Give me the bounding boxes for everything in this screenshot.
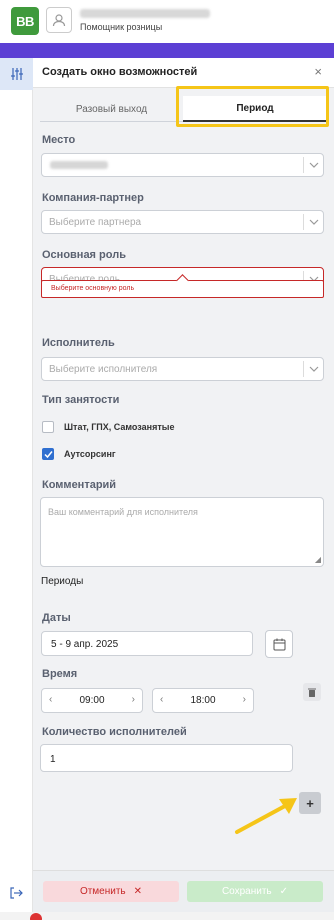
count-value: 1 xyxy=(50,754,56,765)
dates-label: Даты xyxy=(42,612,71,624)
role-error-tooltip: Выберите основную роль xyxy=(41,280,324,298)
time-label: Время xyxy=(42,668,78,680)
partner-label: Компания-партнер xyxy=(42,192,144,204)
count-label: Количество исполнителей xyxy=(42,726,187,738)
tab-single[interactable]: Разовый выход xyxy=(40,96,183,122)
notification-dot-icon xyxy=(30,913,42,920)
place-label: Место xyxy=(42,134,76,146)
periods-title: Периоды xyxy=(41,576,84,587)
dates-input[interactable]: 5 - 9 апр. 2025 xyxy=(41,631,253,656)
employment-option-staff[interactable]: Штат, ГПХ, Самозанятые xyxy=(42,420,174,434)
time-from-input[interactable]: ‹ 09:00 › xyxy=(41,688,143,713)
left-rail xyxy=(0,58,33,920)
time-from-value: 09:00 xyxy=(79,695,105,706)
resize-handle-icon[interactable]: ◢ xyxy=(315,555,321,564)
user-role: Помощник розницы xyxy=(80,22,163,32)
role-label: Основная роль xyxy=(42,249,126,261)
save-button[interactable]: Сохранить ✓ xyxy=(187,881,323,902)
executor-select[interactable]: Выберите исполнителя xyxy=(41,357,324,381)
role-error-text: Выберите основную роль xyxy=(51,285,135,292)
dates-value: 5 - 9 апр. 2025 xyxy=(51,639,119,650)
employment-option-label: Аутсорсинг xyxy=(64,449,116,459)
filters-icon[interactable] xyxy=(0,58,33,90)
close-icon[interactable]: × xyxy=(314,64,322,79)
chevron-right-icon[interactable]: › xyxy=(132,694,135,705)
comment-placeholder: Ваш комментарий для исполнителя xyxy=(48,507,198,517)
close-icon: ✕ xyxy=(133,886,143,897)
employment-label: Тип занятости xyxy=(42,394,120,406)
panel-header: Создать окно возможностей × xyxy=(33,58,334,88)
logout-icon[interactable] xyxy=(9,886,23,903)
calendar-icon[interactable] xyxy=(265,630,293,658)
annotation-highlight-box xyxy=(176,86,329,127)
place-value-redacted xyxy=(50,161,108,169)
chevron-down-icon xyxy=(303,361,323,377)
trash-icon[interactable] xyxy=(303,683,321,701)
chevron-down-icon xyxy=(303,214,323,230)
employment-option-label: Штат, ГПХ, Самозанятые xyxy=(64,422,175,432)
cancel-button[interactable]: Отменить ✕ xyxy=(43,881,179,902)
accent-bar xyxy=(0,43,334,58)
user-name-redacted xyxy=(80,9,210,18)
create-window-panel: Создать окно возможностей × Разовый выхо… xyxy=(33,58,334,920)
executor-label: Исполнитель xyxy=(42,337,115,349)
time-to-input[interactable]: ‹ 18:00 › xyxy=(152,688,254,713)
chevron-right-icon[interactable]: › xyxy=(243,694,246,705)
chevron-down-icon xyxy=(303,157,323,173)
checkbox[interactable] xyxy=(42,421,54,433)
employment-option-outsourcing[interactable]: Аутсорсинг xyxy=(42,447,116,461)
cancel-label: Отменить xyxy=(79,886,126,897)
user-avatar-icon[interactable] xyxy=(46,7,72,33)
time-to-value: 18:00 xyxy=(190,695,216,706)
panel-title: Создать окно возможностей xyxy=(42,66,198,78)
app-logo[interactable]: BB xyxy=(11,7,39,35)
place-select[interactable] xyxy=(41,153,324,177)
checkbox-checked[interactable] xyxy=(42,448,54,460)
save-label: Сохранить xyxy=(221,886,272,897)
bottom-strip xyxy=(0,912,334,920)
comment-textarea[interactable]: Ваш комментарий для исполнителя ◢ xyxy=(40,497,324,567)
app-header: BB Помощник розницы xyxy=(0,0,334,43)
partner-placeholder: Выберите партнера xyxy=(49,217,142,228)
annotation-arrow-icon xyxy=(235,798,297,834)
check-icon: ✓ xyxy=(279,886,289,897)
comment-label: Комментарий xyxy=(42,479,117,491)
partner-select[interactable]: Выберите партнера xyxy=(41,210,324,234)
executor-placeholder: Выберите исполнителя xyxy=(49,364,158,375)
count-input[interactable]: 1 xyxy=(40,744,293,772)
